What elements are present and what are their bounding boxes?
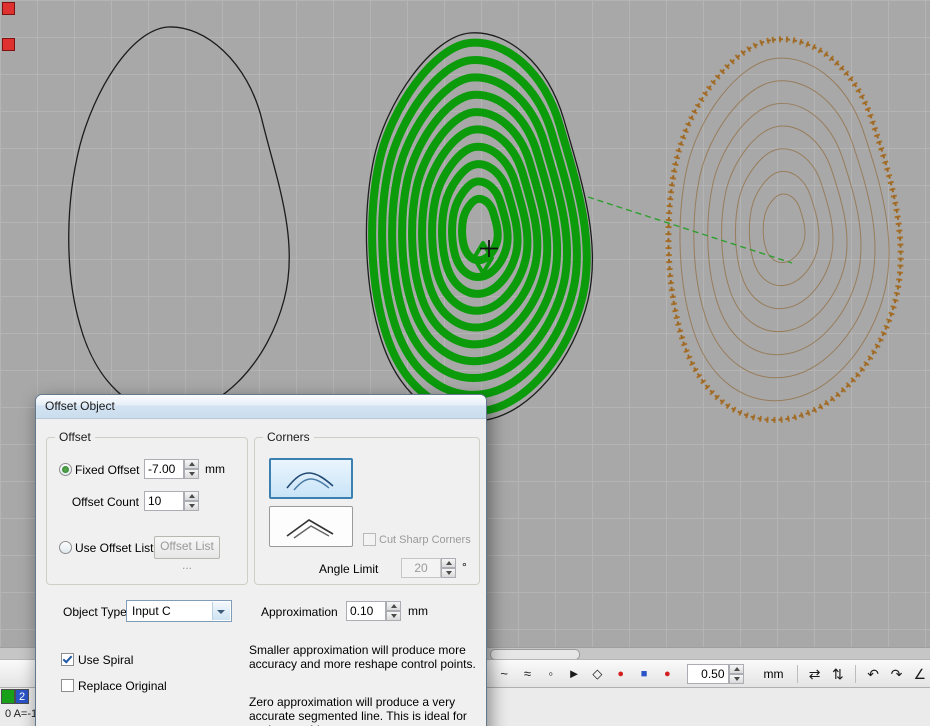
fixed-offset-input[interactable] xyxy=(144,459,184,479)
fixed-offset-stepper xyxy=(184,459,199,479)
motif-run-icon[interactable]: ◦ xyxy=(541,663,561,685)
docked-tool-marker-top-icon[interactable] xyxy=(2,2,15,15)
use-spiral-checkbox[interactable] xyxy=(61,653,74,666)
approximation-unit: mm xyxy=(408,604,428,618)
use-spiral-label: Use Spiral xyxy=(78,653,133,667)
object-type-dropdown[interactable]: Input C xyxy=(126,600,232,622)
select-tool-icon[interactable]: ► xyxy=(564,663,584,685)
chevron-down-icon[interactable] xyxy=(212,602,230,620)
zero-approximation-note: Zero approximation will produce a very a… xyxy=(249,695,479,726)
approximation-input[interactable] xyxy=(346,601,386,621)
cut-sharp-corners-label: Cut Sharp Corners xyxy=(379,534,471,546)
mirror-horizontal-icon[interactable]: ⇄ xyxy=(804,663,824,685)
stitched-shape[interactable] xyxy=(668,39,900,420)
angle-limit-input[interactable] xyxy=(401,558,441,578)
spin-up-button[interactable] xyxy=(441,558,456,568)
object-type-value: Input C xyxy=(132,604,171,618)
cut-sharp-corners-checkbox[interactable] xyxy=(363,533,376,546)
offset-group: Offset Fixed Offset mm Offset Count Use … xyxy=(46,437,248,585)
object-type-label: Object Type xyxy=(63,605,127,619)
offset-spiral-shape[interactable] xyxy=(372,43,587,412)
use-offset-list-label: Use Offset List xyxy=(75,541,153,555)
spin-down-button[interactable] xyxy=(184,469,199,479)
sharp-corner-button[interactable] xyxy=(269,506,353,547)
dialog-title[interactable]: Offset Object xyxy=(36,395,486,419)
run-stitch-icon[interactable]: ~ xyxy=(494,663,514,685)
corners-group-label: Corners xyxy=(263,430,314,444)
angle-limit-stepper xyxy=(441,558,456,578)
docked-tool-marker-icon[interactable] xyxy=(2,38,15,51)
mirror-vertical-icon[interactable]: ⇅ xyxy=(828,663,848,685)
spin-down-button[interactable] xyxy=(184,501,199,511)
rotate-ccw-icon[interactable]: ↶ xyxy=(863,663,883,685)
offset-count-stepper xyxy=(184,491,199,511)
approximation-note: Smaller approximation will produce more … xyxy=(249,643,479,671)
offset-list-button[interactable]: Offset List ... xyxy=(154,536,220,559)
offset-group-label: Offset xyxy=(55,430,95,444)
fixed-offset-unit: mm xyxy=(205,462,225,476)
reshape-tool-icon[interactable]: ◇ xyxy=(587,663,607,685)
palette-color-2[interactable]: 2 xyxy=(15,689,29,704)
rounded-corner-icon xyxy=(281,464,341,494)
replace-original-checkbox[interactable] xyxy=(61,679,74,692)
rotate-angle-icon[interactable]: ∠ xyxy=(910,663,930,685)
rotate-cw-icon[interactable]: ↷ xyxy=(886,663,906,685)
offset-count-label: Offset Count xyxy=(61,495,139,509)
sharp-corner-icon xyxy=(281,512,341,542)
offset-count-input[interactable] xyxy=(144,491,184,511)
spin-down-button[interactable] xyxy=(441,568,456,578)
outline-width-input[interactable] xyxy=(687,664,729,684)
angle-limit-label: Angle Limit xyxy=(319,562,378,576)
triple-stitch-icon[interactable]: ≈ xyxy=(517,663,537,685)
fixed-offset-label: Fixed Offset xyxy=(75,463,139,477)
spin-up-button[interactable] xyxy=(184,491,199,501)
corners-group: Corners Cut Sharp Corners Angle Limit xyxy=(254,437,480,585)
outline-shape[interactable] xyxy=(69,27,290,414)
outline-width-unit: mm xyxy=(764,667,784,681)
palette-color-1[interactable] xyxy=(1,689,15,704)
thread-color-icon[interactable]: ■ xyxy=(634,663,654,685)
offset-object-dialog: Offset Object Offset Fixed Offset mm Off… xyxy=(35,394,487,726)
approximation-label: Approximation xyxy=(261,605,338,619)
rounded-corner-button[interactable] xyxy=(269,458,353,499)
fixed-offset-radio[interactable] xyxy=(59,463,72,476)
use-offset-list-radio[interactable] xyxy=(59,541,72,554)
approximation-stepper xyxy=(386,601,401,621)
replace-original-label: Replace Original xyxy=(78,679,167,693)
toolbar-separator xyxy=(855,665,856,683)
spin-down-button[interactable] xyxy=(386,611,401,621)
spin-up-button[interactable] xyxy=(386,601,401,611)
stitch-connector-line xyxy=(588,197,792,263)
toolbar-separator xyxy=(797,665,798,683)
spin-up-button[interactable] xyxy=(184,459,199,469)
spin-up-button[interactable] xyxy=(729,664,744,674)
app-window: ~ ≈ ◦ ► ◇ ● ■ ● mm ⇄ ⇅ ↶ ↷ ∠ 2 0 A=-14 O… xyxy=(0,0,930,726)
stop-point-icon[interactable]: ● xyxy=(611,663,631,685)
tie-off-icon[interactable]: ● xyxy=(657,663,677,685)
outline-width-stepper xyxy=(729,664,744,684)
angle-limit-unit: ° xyxy=(462,560,467,574)
spin-down-button[interactable] xyxy=(729,674,744,684)
